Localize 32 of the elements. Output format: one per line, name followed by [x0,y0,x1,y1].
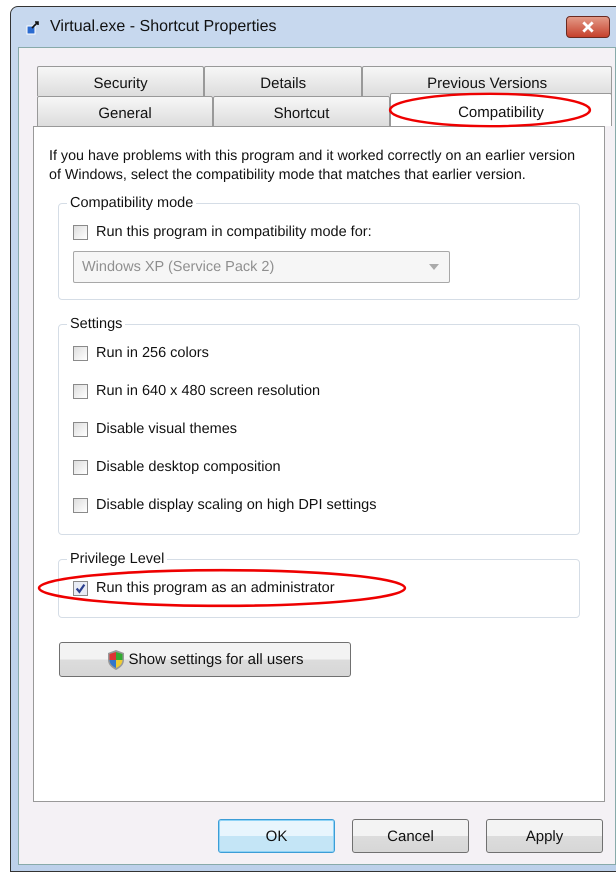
group-title: Privilege Level [69,551,166,567]
window-title: Virtual.exe - Shortcut Properties [50,18,278,36]
tab[interactable]: Previous Versions [362,66,612,96]
close-button[interactable] [566,16,610,38]
checkbox-label[interactable]: Run in 256 colors [96,345,209,361]
close-icon [581,21,595,33]
checkbox[interactable] [73,224,88,240]
checkbox[interactable] [73,384,88,398]
shield-icon [106,648,126,670]
checkbox-label[interactable]: Run in 640 x 480 screen resolution [96,383,320,399]
checkbox-label[interactable]: Run this program in compatibility mode for: [96,224,372,240]
checkbox[interactable] [73,346,88,360]
tab[interactable]: Security [37,66,204,96]
checkbox[interactable] [73,460,88,474]
checkbox-label[interactable]: Disable desktop composition [96,459,281,475]
checkbox[interactable] [73,498,88,512]
dialog-button[interactable]: OK [218,819,335,853]
show-settings-button[interactable]: Show settings for all users [59,642,351,677]
checkbox-label[interactable]: Disable display scaling on high DPI settings [96,497,376,513]
group-title: Compatibility mode [69,195,194,211]
checkbox-label[interactable]: Disable visual themes [96,421,238,437]
tab[interactable]: General [37,96,213,126]
tab[interactable]: Details [204,66,362,96]
shortcut-icon [26,19,42,35]
tab[interactable]: Shortcut [213,96,390,126]
checkbox[interactable] [73,422,88,436]
dropdown-caret-icon [429,264,439,270]
checkbox[interactable] [73,580,88,596]
group-title: Settings [69,316,124,332]
dialog-button[interactable]: Cancel [352,819,469,853]
description-text: If you have problems with this program and it worked correctly on an earlier version of Windows, select the compatibility mode that matches that earlier version. [49,147,576,185]
dialog-button[interactable]: Apply [486,819,603,853]
